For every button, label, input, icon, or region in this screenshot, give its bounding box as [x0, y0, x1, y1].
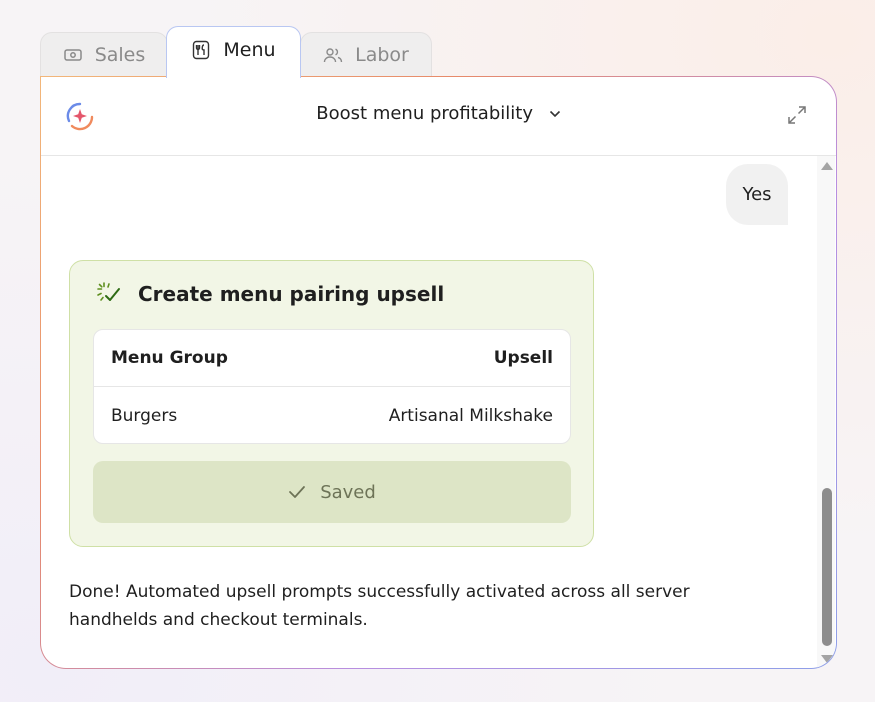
- cell-upsell: Artisanal Milkshake: [388, 405, 553, 426]
- tab-label: Menu: [223, 38, 276, 61]
- saved-button[interactable]: Saved: [93, 461, 571, 523]
- scroll-up-arrow-icon[interactable]: [821, 162, 833, 170]
- expand-icon[interactable]: [786, 104, 808, 126]
- assistant-message: Done! Automated upsell prompts successfu…: [69, 582, 690, 630]
- utensils-icon: [191, 40, 211, 60]
- checkmark-icon: [289, 486, 306, 498]
- user-message-text: Yes: [742, 184, 772, 205]
- money-icon: [63, 45, 83, 65]
- sparkle-check-icon: [97, 282, 120, 301]
- scrollbar-thumb[interactable]: [822, 488, 832, 646]
- scroll-down-arrow-icon[interactable]: [821, 655, 833, 663]
- tab-bar: Sales Menu Labor: [40, 26, 460, 78]
- saved-label: Saved: [320, 481, 376, 503]
- tab-labor[interactable]: Labor: [300, 32, 432, 77]
- chevron-down-icon: [549, 102, 561, 123]
- tab-label: Sales: [94, 44, 146, 66]
- assistant-panel: Boost menu profitability Yes Create menu…: [40, 76, 837, 669]
- action-header: Create menu pairing upsell: [96, 281, 444, 307]
- tab-menu[interactable]: Menu: [166, 26, 301, 78]
- panel-body: Boost menu profitability Yes Create menu…: [41, 77, 836, 668]
- cell-menu-group: Burgers: [111, 405, 178, 426]
- people-icon: [323, 45, 343, 65]
- scrollbar[interactable]: [817, 156, 835, 668]
- tab-label: Labor: [355, 44, 409, 66]
- tab-sales[interactable]: Sales: [40, 32, 168, 77]
- action-title: Create menu pairing upsell: [138, 282, 445, 306]
- conversation-title-dropdown[interactable]: Boost menu profitability: [41, 103, 836, 124]
- table-row: Burgers Artisanal Milkshake: [94, 387, 570, 443]
- table-header-row: Menu Group Upsell: [94, 330, 570, 387]
- panel-header: Boost menu profitability: [41, 77, 836, 156]
- upsell-table: Menu Group Upsell Burgers Artisanal Milk…: [93, 329, 571, 444]
- user-message-bubble: Yes: [726, 164, 788, 225]
- chat-thread: Yes Create menu pairing upsell Menu Grou…: [41, 156, 816, 668]
- column-header-menu-group: Menu Group: [111, 348, 228, 368]
- conversation-title: Boost menu profitability: [316, 103, 533, 124]
- column-header-upsell: Upsell: [493, 348, 553, 368]
- upsell-action-card: Create menu pairing upsell Menu Group Up…: [69, 260, 594, 547]
